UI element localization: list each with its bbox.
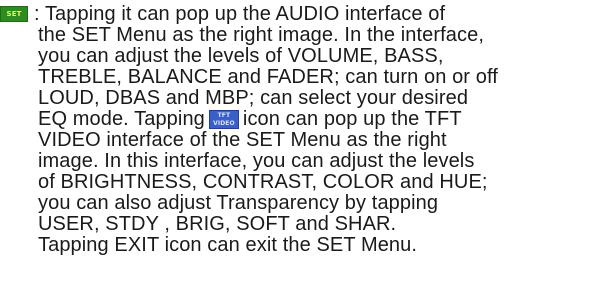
paragraph-line: of BRIGHTNESS, CONTRAST, COLOR and HUE; <box>0 172 602 193</box>
paragraph-line: EQ mode. Tapping TFT VIDEO icon can pop up … <box>0 109 602 130</box>
paragraph-text: LOUD, DBAS and MBP; can select your desi… <box>38 87 469 109</box>
tft-icon-label-top: TFT <box>217 112 231 119</box>
paragraph-text: Tapping EXIT icon can exit the SET Menu. <box>38 234 418 256</box>
tft-icon-label-bottom: VIDEO <box>213 120 235 127</box>
set-icon: SET <box>0 6 28 22</box>
paragraph-text: : Tapping it can pop up the AUDIO interf… <box>34 3 446 25</box>
set-icon-label: SET <box>6 10 22 18</box>
paragraph-text: VIDEO interface of the SET Menu as the r… <box>38 129 447 151</box>
paragraph-line: the SET Menu as the right image. In the … <box>0 25 602 46</box>
paragraph-line: Tapping EXIT icon can exit the SET Menu. <box>0 235 602 256</box>
paragraph-text: image. In this interface, you can adjust… <box>38 150 475 172</box>
manual-paragraph: SET : Tapping it can pop up the AUDIO int… <box>0 4 602 256</box>
paragraph-text: icon can pop up the TFT <box>242 108 462 130</box>
paragraph-text: you can also adjust Transparency by tapp… <box>38 192 439 214</box>
paragraph-line: image. In this interface, you can adjust… <box>0 151 602 172</box>
paragraph-line: you can also adjust Transparency by tapp… <box>0 193 602 214</box>
tft-video-icon: TFT VIDEO <box>208 110 239 129</box>
paragraph-line: LOUD, DBAS and MBP; can select your desi… <box>0 88 602 109</box>
paragraph-line: USER, STDY , BRIG, SOFT and SHAR. <box>0 214 602 235</box>
paragraph-text: TREBLE, BALANCE and FADER; can turn on o… <box>38 66 498 88</box>
paragraph-text: the SET Menu as the right image. In the … <box>38 24 484 46</box>
paragraph-line: TREBLE, BALANCE and FADER; can turn on o… <box>0 67 602 88</box>
paragraph-text: EQ mode. Tapping <box>38 108 205 130</box>
paragraph-text: USER, STDY , BRIG, SOFT and SHAR. <box>38 213 397 235</box>
paragraph-line: SET : Tapping it can pop up the AUDIO int… <box>0 4 602 25</box>
paragraph-line: VIDEO interface of the SET Menu as the r… <box>0 130 602 151</box>
paragraph-text: you can adjust the levels of VOLUME, BAS… <box>38 45 444 67</box>
paragraph-line: you can adjust the levels of VOLUME, BAS… <box>0 46 602 67</box>
paragraph-text: of BRIGHTNESS, CONTRAST, COLOR and HUE; <box>38 171 488 193</box>
